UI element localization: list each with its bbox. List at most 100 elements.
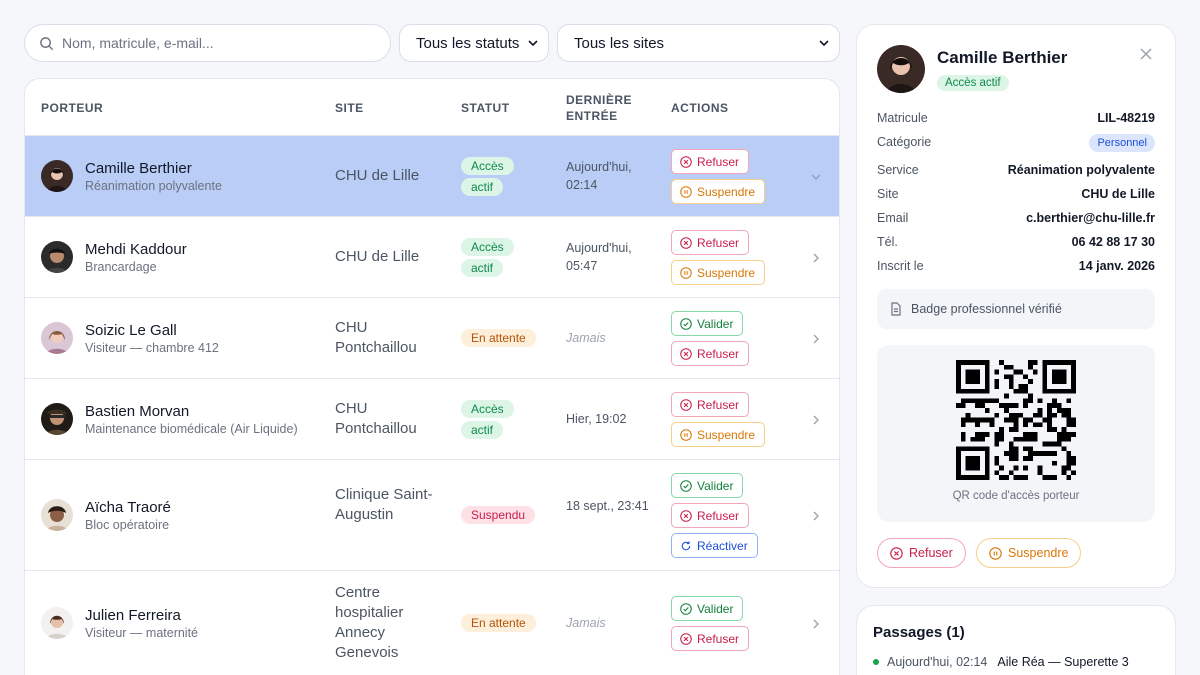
col-header-statut[interactable]: STATUT <box>461 101 510 115</box>
close-icon[interactable] <box>1139 47 1153 61</box>
table-row[interactable]: Camille Berthier Réanimation polyvalente… <box>25 136 839 217</box>
site-filter-select[interactable]: Tous les sites <box>557 24 840 62</box>
suspend-button[interactable]: Suspendre <box>671 179 766 204</box>
porteur-site: CHU de Lille <box>335 248 420 265</box>
col-header-site[interactable]: SITE <box>335 101 364 115</box>
field-label: Email <box>877 211 909 225</box>
x-circle-icon <box>680 348 692 360</box>
x-circle-icon <box>680 399 692 411</box>
status-badge: En attente <box>461 328 536 349</box>
table-row[interactable]: Soizic Le Gall Visiteur — chambre 412 CH… <box>25 298 839 379</box>
refuse-button[interactable]: Refuser <box>671 626 750 651</box>
porteur-service: Brancardage <box>85 260 157 274</box>
refuse-button[interactable]: Refuser <box>671 392 750 417</box>
field-value: LIL-48219 <box>1097 111 1155 125</box>
check-circle-icon <box>680 603 692 615</box>
last-entry: 18 sept., 23:41 <box>566 499 649 513</box>
refuse-label: Refuser <box>697 235 740 250</box>
field-label: Site <box>877 187 899 201</box>
porteur-service: Bloc opératoire <box>85 518 170 532</box>
avatar <box>41 322 73 354</box>
refuse-button[interactable]: Refuser <box>877 538 966 568</box>
check-circle-icon <box>680 318 692 330</box>
validate-button[interactable]: Valider <box>671 596 744 621</box>
qr-caption: QR code d'accès porteur <box>952 490 1080 502</box>
chevron-right-icon[interactable] <box>811 511 821 521</box>
refuse-button[interactable]: Refuser <box>671 341 750 366</box>
status-badge-text: Accès actif <box>461 400 514 439</box>
x-circle-icon <box>890 547 903 560</box>
avatar <box>41 241 73 273</box>
passage-time: Aujourd'hui, 02:14 <box>887 655 988 669</box>
search-input[interactable] <box>62 35 362 51</box>
chevron-right-icon[interactable] <box>811 253 821 263</box>
porteur-name: Camille Berthier <box>85 160 192 177</box>
porteur-detail-panel: Camille Berthier Accès actif Matricule LI… <box>856 24 1176 588</box>
suspend-button[interactable]: Suspendre <box>671 422 766 447</box>
refuse-button[interactable]: Refuser <box>671 503 750 528</box>
validate-button[interactable]: Valider <box>671 473 744 498</box>
status-dot <box>873 659 879 665</box>
suspend-button[interactable]: Suspendre <box>976 538 1082 568</box>
status-badge: Accès actif <box>461 399 521 441</box>
chevron-down-icon[interactable] <box>811 172 821 182</box>
field-label: Service <box>877 163 919 177</box>
status-badge-text: En attente <box>461 329 536 347</box>
search-field[interactable] <box>24 24 391 62</box>
porteur-name: Soizic Le Gall <box>85 322 177 339</box>
refuse-label: Refuser <box>697 631 740 646</box>
suspend-button[interactable]: Suspendre <box>671 260 766 285</box>
status-filter-value: Tous les statuts <box>416 34 520 52</box>
chevron-down-icon <box>819 38 829 48</box>
porteur-name: Julien Ferreira <box>85 607 181 624</box>
table-row[interactable]: Bastien Morvan Maintenance biomédicale (… <box>25 379 839 460</box>
chevron-right-icon[interactable] <box>811 619 821 629</box>
porteur-name: Mehdi Kaddour <box>85 241 187 258</box>
table-row[interactable]: Aïcha Traoré Bloc opératoire Clinique Sa… <box>25 460 839 571</box>
porteur-service: Visiteur — chambre 412 <box>85 341 219 355</box>
reactivate-label: Réactiver <box>697 538 748 553</box>
refuse-label: Refuser <box>697 346 740 361</box>
refuse-button[interactable]: Refuser <box>671 230 750 255</box>
pause-circle-icon <box>680 429 692 441</box>
porteur-site: Centre hospitalier Annecy Genevois <box>335 584 404 661</box>
suspend-label: Suspendre <box>697 265 756 280</box>
porteur-name: Bastien Morvan <box>85 403 190 420</box>
table-row[interactable]: Mehdi Kaddour Brancardage CHU de Lille A… <box>25 217 839 298</box>
field-value: 06 42 88 17 30 <box>1071 235 1155 249</box>
badge-holders-table: PORTEUR SITE STATUT DERNIÈRE ENTRÉE ACTI… <box>24 78 840 675</box>
last-entry: Aujourd'hui, 05:47 <box>566 241 632 273</box>
pause-circle-icon <box>989 547 1002 560</box>
x-circle-icon <box>680 633 692 645</box>
status-badge: Accès actif <box>461 156 521 198</box>
category-badge: Personnel <box>1089 134 1155 152</box>
chevron-right-icon[interactable] <box>811 334 821 344</box>
field-value: Réanimation polyvalente <box>1007 163 1155 177</box>
chevron-right-icon[interactable] <box>811 415 821 425</box>
reactivate-button[interactable]: Réactiver <box>671 533 758 558</box>
table-row[interactable]: Julien Ferreira Visiteur — maternité Cen… <box>25 571 840 675</box>
col-header-actions: ACTIONS <box>671 101 729 115</box>
refuse-button[interactable]: Refuser <box>671 149 750 174</box>
status-badge: En attente <box>461 613 536 634</box>
col-header-porteur[interactable]: PORTEUR <box>41 101 103 115</box>
field-value: 14 janv. 2026 <box>1078 259 1155 273</box>
avatar <box>41 499 73 531</box>
field-value: c.berthier@chu-lille.fr <box>1026 211 1155 225</box>
x-circle-icon <box>680 156 692 168</box>
refuse-label: Refuser <box>909 546 953 560</box>
col-header-derniere-entree-line1[interactable]: DERNIÈRE <box>566 93 632 107</box>
status-badge-text: En attente <box>461 614 536 632</box>
porteur-site: CHU de Lille <box>335 167 420 184</box>
passage-item: Aujourd'hui, 02:14 Aile Réa — Superette … <box>873 655 1129 669</box>
status-filter-select[interactable]: Tous les statuts <box>399 24 549 62</box>
x-circle-icon <box>680 237 692 249</box>
porteur-service: Réanimation polyvalente <box>85 179 222 193</box>
field-label: Inscrit le <box>877 259 924 273</box>
refuse-label: Refuser <box>697 397 740 412</box>
validate-button[interactable]: Valider <box>671 311 744 336</box>
passages-title: Passages (1) <box>873 624 965 641</box>
field-value: CHU de Lille <box>1081 187 1155 201</box>
avatar <box>41 607 73 639</box>
search-icon <box>40 36 54 50</box>
